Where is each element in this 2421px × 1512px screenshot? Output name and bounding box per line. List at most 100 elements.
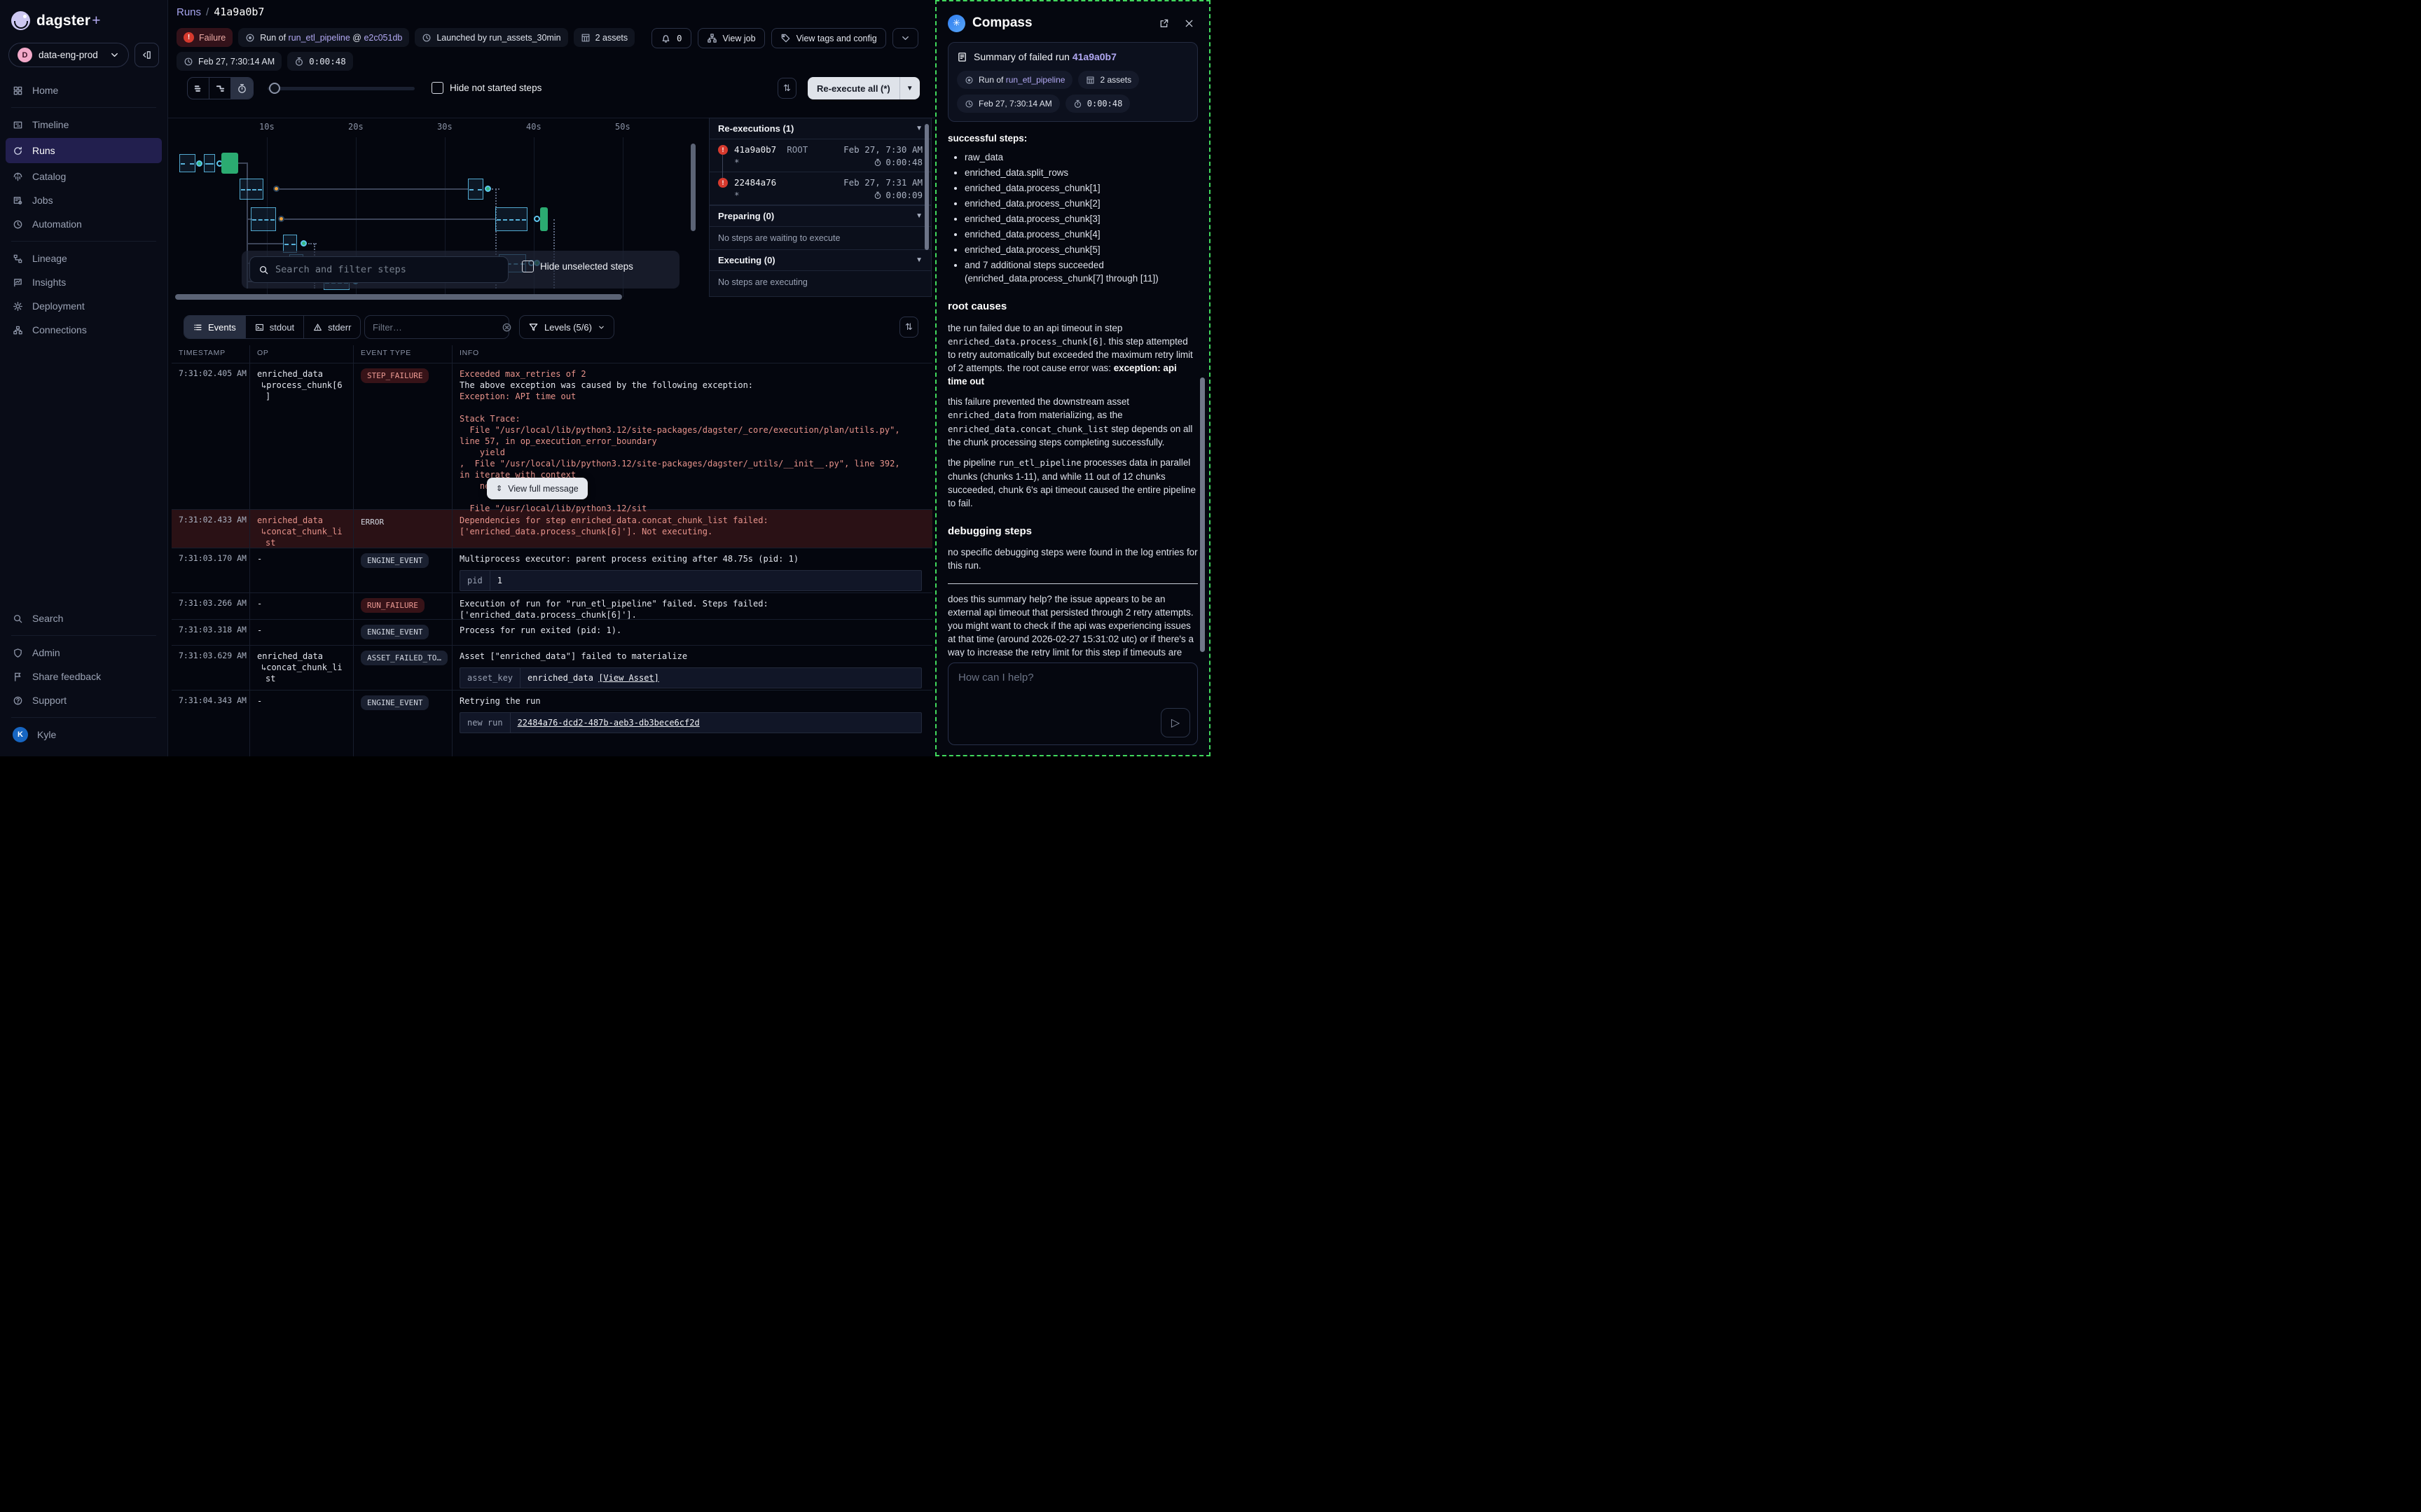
step-search-input[interactable] <box>275 264 499 275</box>
bell-icon <box>661 33 671 43</box>
reexecution-run-row[interactable]: ! 41a9a0b7 ROOT Feb 27, 7:30 AM * 0:00:4… <box>710 139 931 172</box>
zoom-slider[interactable] <box>268 87 415 90</box>
table-row[interactable]: 7:31:03.318 AM - ENGINE_EVENT Process fo… <box>172 619 932 645</box>
brand-logo[interactable]: dagster+ <box>0 8 167 32</box>
gantt-step-bar[interactable] <box>251 207 276 231</box>
view-flat-button[interactable] <box>188 78 209 99</box>
sidebar-item-admin[interactable]: Admin <box>0 641 167 665</box>
table-row[interactable]: 7:31:03.629 AM enriched_data↳concat_chun… <box>172 645 932 690</box>
gantt-step-bar[interactable] <box>204 154 215 172</box>
compass-chat-box[interactable]: ▷ <box>948 663 1198 745</box>
run-of-chip[interactable]: Run of run_etl_pipeline <box>957 71 1072 89</box>
run-duration: 0:00:09 <box>874 190 923 200</box>
clear-filter-icon[interactable] <box>502 322 512 333</box>
table-row[interactable]: 7:31:03.266 AM - RUN_FAILURE Execution o… <box>172 592 932 619</box>
sidebar-item-catalog[interactable]: Catalog <box>0 165 167 188</box>
gantt-step-bar-success[interactable] <box>540 207 548 231</box>
close-button[interactable] <box>1180 14 1198 32</box>
tab-stdout[interactable]: stdout <box>246 316 304 338</box>
user-menu[interactable]: K Kyle <box>0 723 167 747</box>
run-of-chip[interactable]: Run of run_etl_pipeline @ e2c051db <box>238 28 409 47</box>
reexecutions-scrollbar[interactable] <box>925 124 929 250</box>
hide-not-started-checkbox[interactable] <box>432 82 443 94</box>
view-timed-button[interactable] <box>231 78 253 99</box>
gantt-step-bar[interactable] <box>468 179 483 200</box>
gantt-step-bar[interactable] <box>495 207 527 231</box>
pipeline-link[interactable]: run_etl_pipeline <box>289 33 350 43</box>
run-id[interactable]: 22484a76 <box>734 177 776 188</box>
run-id[interactable]: 41a9a0b7 <box>734 144 776 155</box>
col-event-type: EVENT TYPE <box>354 345 453 363</box>
sidebar: dagster+ D data-eng-prod Home Timeline <box>0 0 168 756</box>
new-run-link[interactable]: 22484a76-dcd2-487b-aeb3-db3bece6cf2d <box>518 718 700 728</box>
assets-chip[interactable]: 2 assets <box>574 28 635 47</box>
gantt-horizontal-scrollbar[interactable] <box>175 294 622 300</box>
view-tags-config-button[interactable]: View tags and config <box>771 28 886 48</box>
tab-stderr[interactable]: stderr <box>304 316 360 338</box>
open-in-new-button[interactable] <box>1154 14 1173 32</box>
reexecution-run-row[interactable]: ! 22484a76 Feb 27, 7:31 AM * 0:00:09 <box>710 172 931 205</box>
gantt-vertical-scrollbar[interactable] <box>691 144 696 231</box>
step-search-box[interactable] <box>249 256 509 283</box>
run-duration-chip: 0:00:48 <box>1065 95 1131 113</box>
header-more-button[interactable] <box>892 28 918 48</box>
tab-events[interactable]: Events <box>184 316 246 338</box>
run-date: Feb 27, 7:31 AM <box>843 177 923 188</box>
sidebar-item-timeline[interactable]: Timeline <box>0 113 167 137</box>
sidebar-item-automation[interactable]: Automation <box>0 212 167 236</box>
successful-steps-heading: successful steps: <box>948 132 1198 145</box>
sidebar-item-connections[interactable]: Connections <box>0 318 167 342</box>
executing-section-header[interactable]: Executing (0)▼ <box>710 249 931 271</box>
zoom-slider-thumb[interactable] <box>269 83 280 94</box>
compass-scrollbar[interactable] <box>1200 377 1205 652</box>
flag-icon <box>13 672 23 682</box>
table-row[interactable]: 7:31:03.170 AM - ENGINE_EVENT Multiproce… <box>172 548 932 592</box>
sidebar-item-share-feedback[interactable]: Share feedback <box>0 665 167 688</box>
send-button[interactable]: ▷ <box>1161 708 1190 737</box>
preparing-section-header[interactable]: Preparing (0)▼ <box>710 205 931 227</box>
sidebar-item-runs[interactable]: Runs <box>6 138 162 163</box>
pipeline-link[interactable]: run_etl_pipeline <box>1006 75 1065 85</box>
view-job-button[interactable]: View job <box>698 28 765 48</box>
reexecute-dropdown[interactable]: ▼ <box>899 77 920 99</box>
sidebar-item-deployment[interactable]: Deployment <box>0 294 167 318</box>
gantt-step-bar[interactable] <box>240 179 263 200</box>
assets-chip[interactable]: 2 assets <box>1078 71 1139 89</box>
gantt-step-bar-success[interactable] <box>221 153 238 174</box>
sidebar-item-home[interactable]: Home <box>0 78 167 102</box>
divider <box>11 635 156 636</box>
workspace-switcher[interactable]: D data-eng-prod <box>8 43 129 67</box>
reexecutions-header[interactable]: Re-executions (1)▼ <box>710 118 931 139</box>
log-filter-input[interactable] <box>373 322 496 333</box>
commit-link[interactable]: e2c051db <box>364 33 402 43</box>
table-row[interactable]: 7:31:04.343 AM - ENGINE_EVENT Retrying t… <box>172 690 932 756</box>
hide-unselected-checkbox[interactable] <box>522 261 534 272</box>
sidebar-collapse-button[interactable] <box>134 43 159 67</box>
log-sort-button[interactable]: ⇅ <box>899 317 918 338</box>
table-row-error[interactable]: 7:31:02.433 AM enriched_data↳concat_chun… <box>172 509 932 548</box>
summary-run-id[interactable]: 41a9a0b7 <box>1072 51 1117 62</box>
sidebar-item-lineage[interactable]: Lineage <box>0 247 167 270</box>
sidebar-item-support[interactable]: Support <box>0 688 167 712</box>
executing-empty-text: No steps are executing <box>710 271 931 293</box>
sidebar-item-label: Automation <box>32 219 82 230</box>
compass-chat-input[interactable] <box>958 672 1187 714</box>
sidebar-item-jobs[interactable]: Jobs <box>0 188 167 212</box>
log-filter-box[interactable] <box>364 315 509 339</box>
reexecute-all-button[interactable]: Re-execute all (*) ▼ <box>808 77 920 99</box>
compass-summary-body: successful steps: raw_data enriched_data… <box>948 132 1198 657</box>
col-timestamp: TIMESTAMP <box>172 345 250 363</box>
panel-sort-button[interactable]: ⇅ <box>778 78 796 99</box>
levels-dropdown[interactable]: Levels (5/6) <box>519 315 614 339</box>
view-waterfall-button[interactable] <box>209 78 231 99</box>
target-icon <box>245 33 255 43</box>
launched-by-chip[interactable]: Launched by run_assets_30min <box>415 28 567 47</box>
view-full-message-button[interactable]: ⇕ View full message <box>487 478 588 499</box>
gantt-step-bar[interactable] <box>179 154 195 172</box>
breadcrumb-runs-link[interactable]: Runs <box>177 6 201 18</box>
sidebar-item-search[interactable]: Search <box>0 606 167 630</box>
run-duration: 0:00:48 <box>874 157 923 167</box>
sidebar-item-insights[interactable]: Insights <box>0 270 167 294</box>
alerts-button[interactable]: 0 <box>651 28 691 48</box>
view-asset-link[interactable]: [View Asset] <box>598 673 659 683</box>
